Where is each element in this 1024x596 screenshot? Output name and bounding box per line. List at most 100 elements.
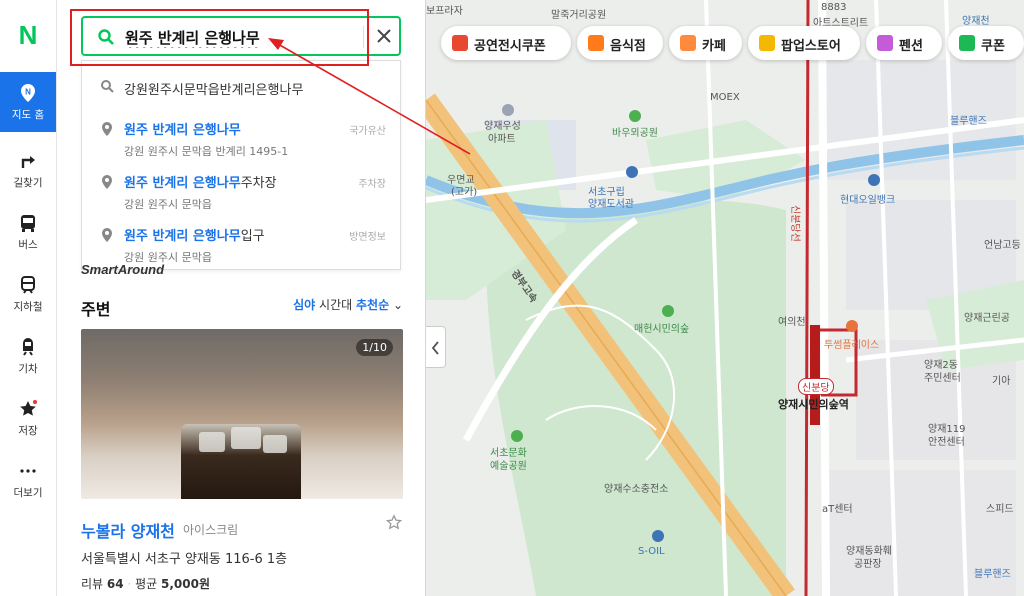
location-pin-icon xyxy=(102,122,112,136)
time-sort-filter[interactable]: 심야 시간대 추천순 ⌄ xyxy=(293,296,403,313)
clear-search-icon[interactable] xyxy=(373,25,395,47)
nav-label: 저장 xyxy=(18,425,38,437)
map-label: 바우뫼공원 xyxy=(612,128,658,139)
place-photo[interactable]: 1/10 xyxy=(81,329,403,499)
chip-label: 카페 xyxy=(702,39,726,54)
fork-knife-icon xyxy=(588,35,604,51)
ticket-icon xyxy=(452,35,468,51)
map-canvas[interactable]: 보프라자 말죽거리공원 8883 아트스트리트 양재천 MOEX 양재우성 아파… xyxy=(426,0,1024,596)
chip-restaurant[interactable]: 음식점 xyxy=(577,26,663,60)
nav-label: 버스 xyxy=(18,239,38,251)
nav-more[interactable]: 더보기 xyxy=(0,460,56,500)
library-poi-icon[interactable] xyxy=(626,166,638,178)
suggestion-item[interactable]: 원주 반계리 은행나무주차장 강원 원주시 문막읍 주차장 xyxy=(82,172,400,216)
map-label: 양재도서관 xyxy=(588,199,634,210)
suggestion-category: 방면정보 xyxy=(349,232,386,243)
map-label: 언남고등 xyxy=(984,240,1021,251)
star-icon xyxy=(20,400,37,416)
location-pin-icon xyxy=(102,175,112,189)
subway-icon xyxy=(21,276,35,294)
map-label: 보프라자 xyxy=(426,6,463,17)
map-label: 블루핸즈 xyxy=(950,116,987,127)
chevron-down-icon: ⌄ xyxy=(392,298,403,312)
map-label: 신분당선 xyxy=(789,205,800,242)
more-icon xyxy=(20,469,36,473)
map-label: 양재천 xyxy=(962,16,990,27)
chip-label: 팝업스토어 xyxy=(781,39,841,54)
collapse-panel-button[interactable] xyxy=(426,326,446,368)
nav-train[interactable]: 기차 xyxy=(0,336,56,376)
svg-text:N: N xyxy=(25,88,31,97)
park-poi-icon[interactable] xyxy=(662,305,674,317)
photo-counter: 1/10 xyxy=(356,339,393,356)
nav-label: 기차 xyxy=(18,363,38,375)
chip-label: 공연전시쿠폰 xyxy=(474,39,546,54)
park-poi-icon[interactable] xyxy=(629,110,641,122)
map-label: S-OIL xyxy=(638,546,665,557)
save-star-icon[interactable] xyxy=(385,514,403,532)
place-category: 아이스크림 xyxy=(183,523,239,537)
location-pin-icon xyxy=(102,228,112,242)
search-box[interactable] xyxy=(81,16,401,56)
suggestion-title: 원주 반계리 은행나무 xyxy=(124,123,241,138)
smart-around-logo: SmartAround xyxy=(81,262,165,277)
chip-performance-coupon[interactable]: 공연전시쿠폰 xyxy=(441,26,571,60)
chip-cafe[interactable]: 카페 xyxy=(669,26,742,60)
map-label: 여의천 xyxy=(778,317,806,328)
map-label: 안전센터 xyxy=(928,437,965,448)
map-label: 기아 xyxy=(992,376,1011,387)
map-label: 투썸플레이스 xyxy=(824,340,880,351)
nav-label: 지도 홈 xyxy=(11,109,45,121)
map-label: 스피드 xyxy=(986,504,1014,515)
map-base xyxy=(426,0,1024,596)
nav-bus[interactable]: 버스 xyxy=(0,212,56,252)
map-label: 공판장 xyxy=(854,559,882,570)
map-label: 블루핸즈 xyxy=(974,569,1011,580)
map-pin-icon: N xyxy=(21,84,35,102)
search-icon xyxy=(101,80,114,93)
chip-label: 쿠폰 xyxy=(981,39,1005,54)
map-label-station[interactable]: 양재시민의숲역 xyxy=(778,396,849,412)
search-divider xyxy=(363,26,364,48)
suggestion-address: 강원 원주시 문막읍 xyxy=(124,198,212,211)
map-label: 매헌시민의숲 xyxy=(634,324,690,335)
map-label: 양재근린공 xyxy=(964,313,1010,324)
place-meta: 리뷰 64 · 평균 5,000원 xyxy=(81,577,211,591)
suggestion-category: 주차장 xyxy=(358,179,386,190)
place-address: 서울특별시 서초구 양재동 116-6 1층 xyxy=(81,552,288,567)
bus-icon xyxy=(21,215,35,232)
map-label: (고가) xyxy=(451,187,478,198)
chip-pension[interactable]: 펜션 xyxy=(866,26,942,60)
naver-logo[interactable]: N xyxy=(0,20,56,51)
place-name[interactable]: 누볼라 양재천 xyxy=(81,518,175,542)
map-label: 아파트 xyxy=(488,134,516,145)
park-poi-icon[interactable] xyxy=(511,430,523,442)
search-input[interactable] xyxy=(123,24,357,50)
chevron-left-icon xyxy=(431,341,439,355)
chip-label: 음식점 xyxy=(610,39,646,54)
subway-line-badge: 신분당 xyxy=(798,378,834,395)
map-label: 양재수소충전소 xyxy=(604,484,669,495)
chip-popup-store[interactable]: 팝업스토어 xyxy=(748,26,860,60)
map-label: MOEX xyxy=(710,92,740,103)
suggestion-address: 강원 원주시 문막읍 반계리 1495-1 xyxy=(124,145,289,158)
suggestion-item[interactable]: 강원원주시문막읍반계리은행나무 xyxy=(82,75,400,103)
time-filter-label: 시간대 xyxy=(315,298,356,312)
chip-coupon[interactable]: 쿠폰 xyxy=(948,26,1024,60)
map-label: 현대오일뱅크 xyxy=(840,195,896,206)
suggestion-title: 원주 반계리 은행나무입구 xyxy=(124,229,265,244)
gas-station-poi-icon[interactable] xyxy=(652,530,664,542)
gas-station-poi-icon[interactable] xyxy=(868,174,880,186)
nav-subway[interactable]: 지하철 xyxy=(0,274,56,314)
nearby-section-title: 주변 xyxy=(81,300,111,319)
suggestion-item[interactable]: 원주 반계리 은행나무 강원 원주시 문막읍 반계리 1495-1 국가유산 xyxy=(82,119,400,163)
time-filter-value: 심야 xyxy=(293,298,316,312)
bed-icon xyxy=(877,35,893,51)
cafe-poi-icon[interactable] xyxy=(846,320,858,332)
nav-label: 더보기 xyxy=(13,487,43,499)
nav-directions[interactable]: 길찾기 xyxy=(0,150,56,190)
nav-map-home[interactable]: N 지도 홈 xyxy=(0,72,56,132)
nav-saved[interactable]: 저장 xyxy=(0,398,56,438)
ice-cube xyxy=(263,435,287,453)
apartment-poi-icon[interactable] xyxy=(502,104,514,116)
